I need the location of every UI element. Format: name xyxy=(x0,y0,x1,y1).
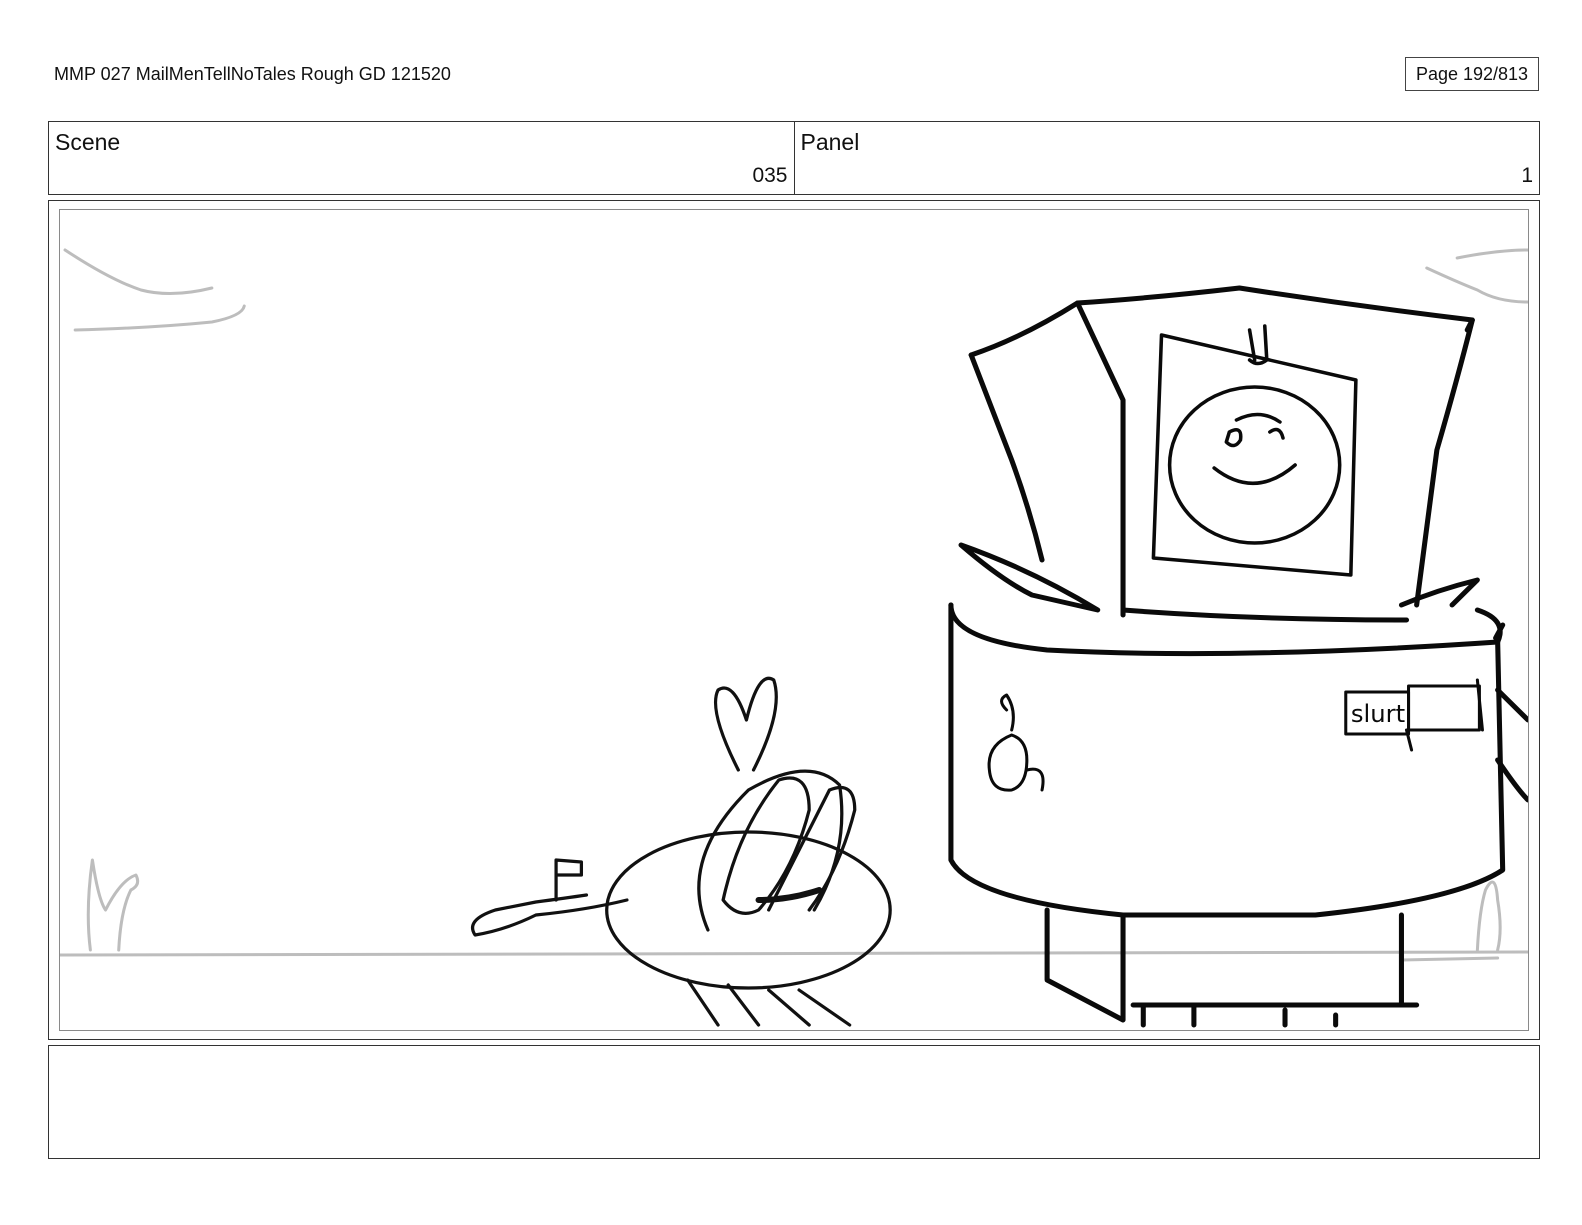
panel-cell: Panel 1 xyxy=(793,122,1540,194)
sketch-drawing: slurt xyxy=(60,248,1528,1028)
scene-panel-info: Scene 035 Panel 1 xyxy=(48,121,1540,195)
cloud-left-2 xyxy=(73,304,246,332)
ground-line xyxy=(60,950,1528,957)
panel-drawing-area: slurt xyxy=(59,209,1529,1031)
sign-text: slurt xyxy=(1351,700,1405,728)
scene-value: 035 xyxy=(752,164,788,187)
scene-label: Scene xyxy=(55,129,121,155)
mailbox-flap-left xyxy=(958,542,1101,613)
mailbox-stand xyxy=(1044,907,1420,1023)
character-arm xyxy=(470,893,629,937)
smiley-eye-right xyxy=(1268,427,1285,440)
scene-cell: Scene 035 xyxy=(49,122,794,194)
smiley-mouth xyxy=(1212,463,1297,485)
panel-label: Panel xyxy=(800,129,860,155)
smiley-brow xyxy=(1234,412,1282,424)
mailbox-flap-right xyxy=(1398,577,1480,608)
mailbox-front xyxy=(1120,607,1410,623)
cloud-right xyxy=(1425,266,1528,304)
panel-value: 1 xyxy=(1521,164,1533,187)
character-sketch xyxy=(470,676,892,1027)
cloud-right-2 xyxy=(1455,248,1528,260)
character-body xyxy=(605,830,892,990)
storyboard-panel: slurt xyxy=(48,200,1540,1040)
document-title: MMP 027 MailMenTellNoTales Rough GD 1215… xyxy=(54,64,451,84)
cactus-right xyxy=(1475,880,1502,952)
cactus-left xyxy=(86,858,140,952)
smiley-face xyxy=(1167,385,1342,545)
mailbox-drum-right xyxy=(1120,637,1506,918)
decal-sketch xyxy=(987,693,1045,792)
character-antenna xyxy=(714,676,778,772)
smiley-poster xyxy=(1151,324,1358,577)
mailbox-sketch xyxy=(948,285,1528,1028)
mailbox-drum-top xyxy=(948,602,1503,657)
poster-frame xyxy=(1151,333,1358,577)
cloud-left xyxy=(63,248,214,296)
mailbox-lid xyxy=(968,285,1475,358)
smiley-eye-left xyxy=(1224,428,1243,448)
page-number: Page 192/813 xyxy=(1405,57,1539,91)
panel-notes xyxy=(48,1045,1540,1159)
character-eye-left xyxy=(721,776,811,915)
